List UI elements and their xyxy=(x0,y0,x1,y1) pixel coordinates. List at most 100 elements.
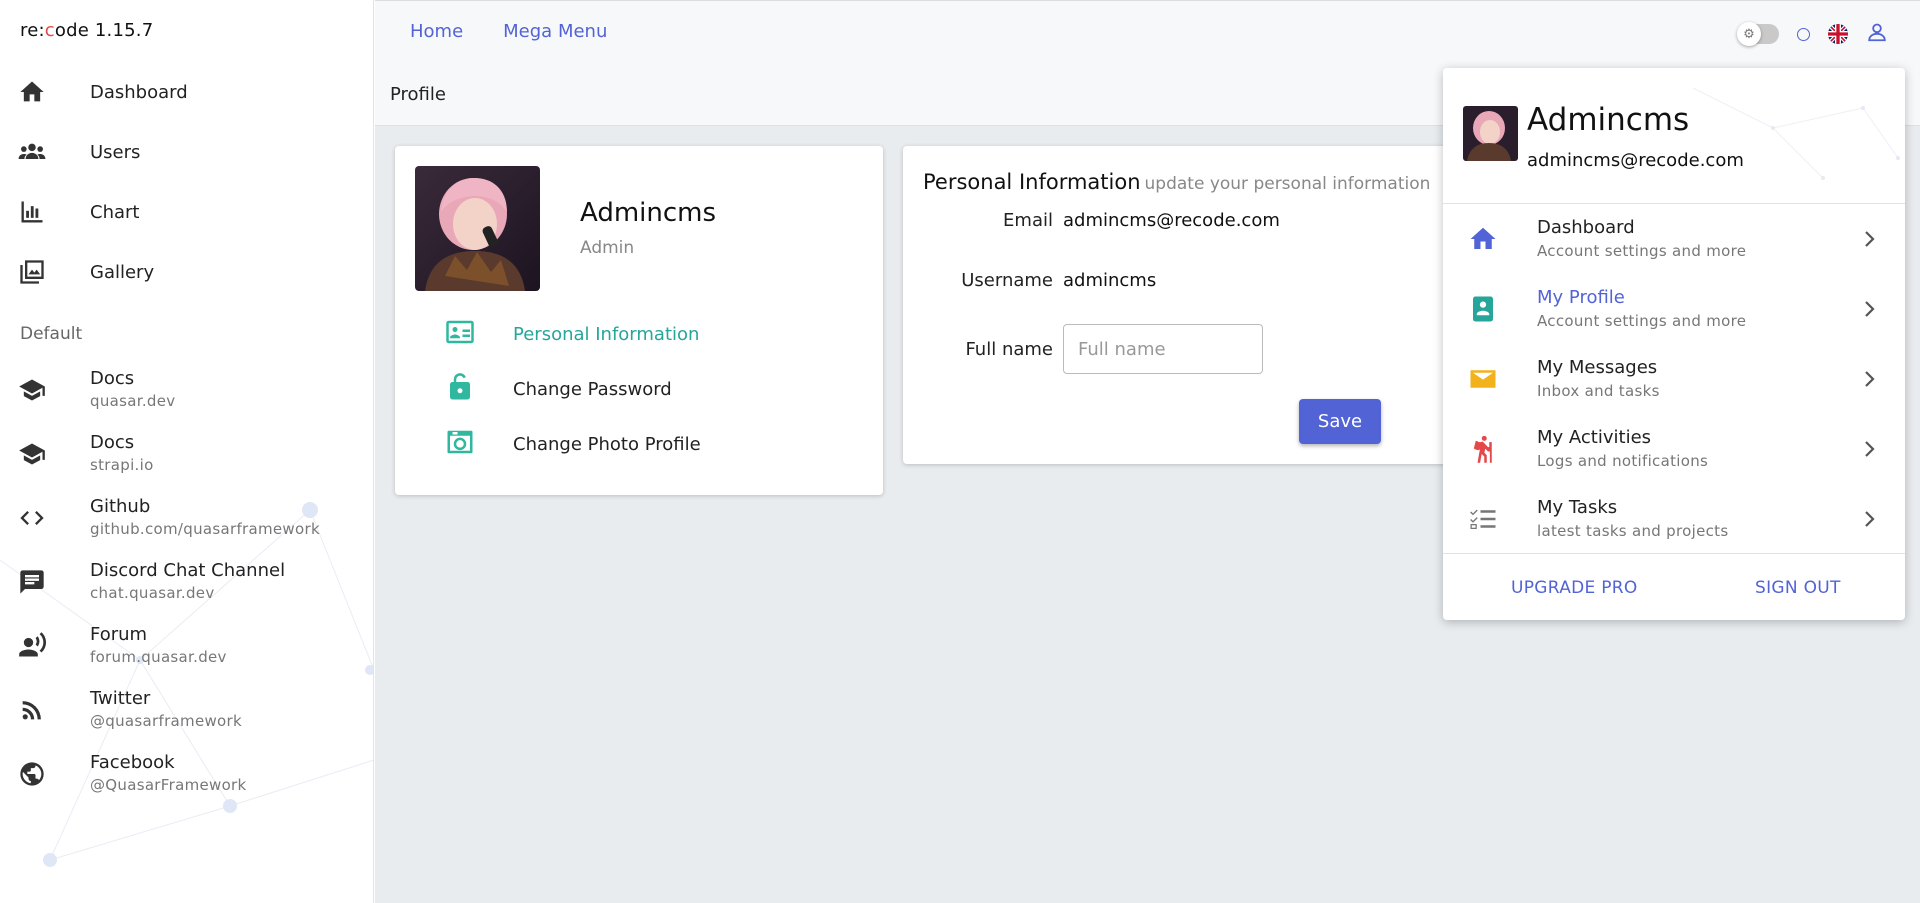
uk-flag-icon[interactable] xyxy=(1828,24,1848,44)
top-nav: Home Mega Menu xyxy=(410,21,607,42)
chevron-right-icon xyxy=(1859,228,1879,250)
dropdown-item-my-messages[interactable]: My Messages Inbox and tasks xyxy=(1443,344,1905,414)
gallery-icon xyxy=(18,258,50,286)
chevron-right-icon xyxy=(1859,508,1879,530)
user-icon[interactable] xyxy=(1866,21,1888,47)
status-circle-icon[interactable] xyxy=(1797,27,1810,41)
globe-icon xyxy=(18,760,50,788)
card-title: Personal Information update your personal… xyxy=(923,170,1430,194)
page-title: Profile xyxy=(390,84,446,105)
item-title: Dashboard xyxy=(1537,217,1635,238)
email-row: Email admincms@recode.com xyxy=(903,210,1280,231)
item-title: My Messages xyxy=(1537,357,1658,378)
link-title: Github xyxy=(90,496,151,517)
users-icon xyxy=(18,138,50,166)
sidebar-link-github[interactable]: Github github.com/quasarframework xyxy=(0,488,373,552)
sidebar-item-dashboard[interactable]: Dashboard xyxy=(0,62,373,122)
sign-out-button[interactable]: SIGN OUT xyxy=(1755,578,1841,598)
username-value: admincms xyxy=(1063,270,1157,291)
school-icon xyxy=(18,376,50,404)
top-actions: ⚙ xyxy=(1737,21,1888,47)
camera-icon xyxy=(445,427,475,461)
sidebar-link-discord[interactable]: Discord Chat Channel chat.quasar.dev xyxy=(0,552,373,616)
link-subtitle: quasar.dev xyxy=(90,392,176,410)
sidebar-link-forum[interactable]: Forum forum.quasar.dev xyxy=(0,616,373,680)
username-row: Username admincms xyxy=(903,270,1156,291)
dropdown-footer: UPGRADE PRO SIGN OUT xyxy=(1443,553,1905,620)
item-subtitle: Logs and notifications xyxy=(1537,452,1709,470)
item-title: My Activities xyxy=(1537,427,1652,448)
gear-icon: ⚙ xyxy=(1737,22,1761,46)
link-subtitle: chat.quasar.dev xyxy=(90,584,215,602)
menu-change-password[interactable]: Change Password xyxy=(445,372,672,406)
email-value: admincms@recode.com xyxy=(1063,210,1280,231)
dropdown-header: Admincms admincms@recode.com xyxy=(1443,68,1905,204)
dropdown-item-dashboard[interactable]: Dashboard Account settings and more xyxy=(1443,204,1905,274)
sidebar-item-users[interactable]: Users xyxy=(0,122,373,182)
sidebar-link-docs-strapi[interactable]: Docs strapi.io xyxy=(0,424,373,488)
unlock-icon xyxy=(445,372,475,406)
dropdown-user-name: Admincms xyxy=(1527,102,1690,138)
chevron-right-icon xyxy=(1859,368,1879,390)
save-button[interactable]: Save xyxy=(1299,399,1381,444)
dropdown-avatar xyxy=(1463,106,1518,161)
item-subtitle: Account settings and more xyxy=(1537,242,1747,260)
id-card-icon xyxy=(445,317,475,351)
sidebar-item-label: Users xyxy=(90,141,141,163)
bar-chart-icon xyxy=(18,198,50,226)
home-icon xyxy=(18,78,50,106)
fullname-input[interactable] xyxy=(1063,324,1263,374)
checklist-icon xyxy=(1467,504,1499,534)
menu-label: Change Password xyxy=(513,378,672,400)
contact-badge-icon xyxy=(1467,294,1499,324)
user-dropdown-menu: Admincms admincms@recode.com Dashboard Ac… xyxy=(1443,68,1905,620)
menu-label: Personal Information xyxy=(513,323,700,345)
link-title: Discord Chat Channel xyxy=(90,560,286,581)
rss-icon xyxy=(18,696,50,724)
nav-link-mega-menu[interactable]: Mega Menu xyxy=(503,21,607,42)
fullname-row: Full name xyxy=(903,324,1263,374)
link-subtitle: strapi.io xyxy=(90,456,154,474)
mail-icon xyxy=(1467,364,1499,394)
sidebar-link-twitter[interactable]: Twitter @quasarframework xyxy=(0,680,373,744)
dropdown-item-my-activities[interactable]: My Activities Logs and notifications xyxy=(1443,414,1905,484)
link-subtitle: forum.quasar.dev xyxy=(90,648,227,666)
link-title: Docs xyxy=(90,368,135,389)
profile-role: Admin xyxy=(580,238,635,258)
dropdown-item-my-profile[interactable]: My Profile Account settings and more xyxy=(1443,274,1905,344)
item-subtitle: Inbox and tasks xyxy=(1537,382,1660,400)
sidebar-item-chart[interactable]: Chart xyxy=(0,182,373,242)
dropdown-item-my-tasks[interactable]: My Tasks latest tasks and projects xyxy=(1443,484,1905,554)
item-subtitle: Account settings and more xyxy=(1537,312,1747,330)
app-brand[interactable]: re:code 1.15.7 xyxy=(0,0,373,62)
link-title: Docs xyxy=(90,432,135,453)
nav-link-home[interactable]: Home xyxy=(410,21,463,42)
profile-name: Admincms xyxy=(580,198,717,228)
item-title: My Tasks xyxy=(1537,497,1618,518)
upgrade-pro-button[interactable]: UPGRADE PRO xyxy=(1511,578,1638,598)
item-title: My Profile xyxy=(1537,287,1625,308)
menu-personal-information[interactable]: Personal Information xyxy=(445,317,699,351)
sidebar-item-label: Dashboard xyxy=(90,81,188,103)
dark-mode-toggle[interactable]: ⚙ xyxy=(1737,22,1779,46)
link-title: Twitter xyxy=(90,688,151,709)
sidebar-item-gallery[interactable]: Gallery xyxy=(0,242,373,302)
menu-label: Change Photo Profile xyxy=(513,433,701,455)
link-subtitle: github.com/quasarframework xyxy=(90,520,320,538)
profile-card: Admincms Admin Personal Information Chan… xyxy=(395,146,883,495)
chevron-right-icon xyxy=(1859,438,1879,460)
sidebar-link-docs-quasar[interactable]: Docs quasar.dev xyxy=(0,360,373,424)
dropdown-user-email: admincms@recode.com xyxy=(1527,150,1744,171)
link-title: Forum xyxy=(90,624,148,645)
card-title-text: Personal Information xyxy=(923,170,1141,194)
menu-change-photo-profile[interactable]: Change Photo Profile xyxy=(445,427,701,461)
sidebar-item-label: Gallery xyxy=(90,261,155,283)
home-icon xyxy=(1467,224,1499,254)
username-label: Username xyxy=(961,270,1053,291)
top-bar: Home Mega Menu ⚙ xyxy=(375,0,1920,62)
item-subtitle: latest tasks and projects xyxy=(1537,522,1729,540)
code-icon xyxy=(18,504,50,532)
chevron-right-icon xyxy=(1859,298,1879,320)
sidebar-link-facebook[interactable]: Facebook @QuasarFramework xyxy=(0,744,373,808)
card-subtitle: update your personal information xyxy=(1144,174,1431,194)
